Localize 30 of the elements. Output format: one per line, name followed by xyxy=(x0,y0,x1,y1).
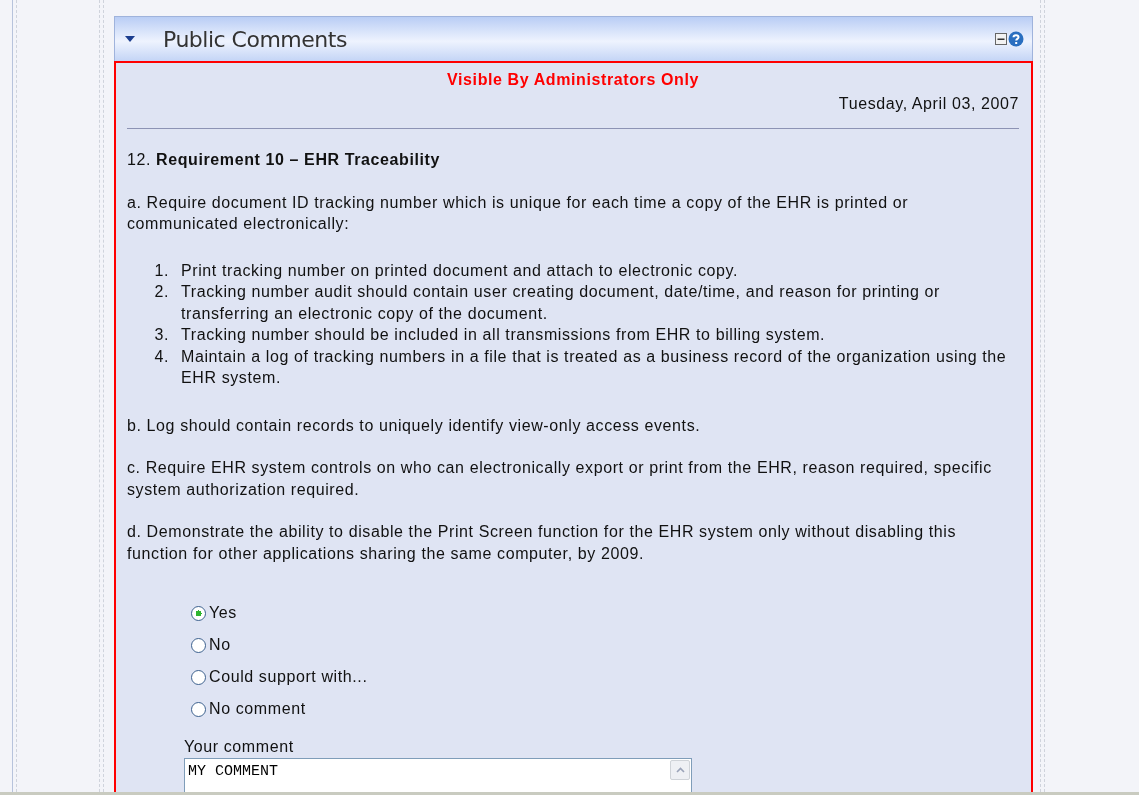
list-number: 1. xyxy=(153,260,170,281)
list-item-text: Tracking number should be included in all transmissions from EHR to billing system. xyxy=(181,325,826,345)
comment-field[interactable]: MY COMMENT xyxy=(184,757,692,792)
list-item-text: Print tracking number on printed document and attach to electronic copy. xyxy=(181,260,738,281)
list-item-text: Maintain a log of tracking numbers in a file that is treated as a business record of the organization using the EHR system. xyxy=(181,346,1008,388)
option-label: Yes xyxy=(209,603,237,624)
requirement-paragraph: d. Demonstrate the ability to disable the Print Screen function for the EHR system only without disabling this function for other applications sharing the same computer, by 2009. xyxy=(127,522,958,564)
list-number: 3. xyxy=(153,325,170,345)
list-number: 2. xyxy=(153,282,170,302)
list-item-text: Tracking number audit should contain user creating document, date/time, and reason for printing or transferring an electronic copy of the document. xyxy=(181,282,942,324)
caret-icon[interactable] xyxy=(125,35,135,43)
radio-button[interactable] xyxy=(191,669,206,685)
visibility-notice: Visible By Administrators Only xyxy=(446,70,700,90)
requirement-paragraph: a. Require document ID tracking number which is unique for each time a copy of the EHR is printed or communicated electronically: xyxy=(127,192,910,234)
option-label: No comment xyxy=(209,699,306,720)
option-label: No xyxy=(209,635,231,656)
list-number: 4. xyxy=(153,346,170,367)
chevron-up-icon xyxy=(675,766,685,773)
date-text: Tuesday, April 03, 2007 xyxy=(837,93,1019,114)
requirement-paragraph: c. Require EHR system controls on who can electronically export or print from the EHR, reason required, specific system authorization required. xyxy=(127,458,993,500)
comment-label: Your comment xyxy=(184,737,295,757)
question-heading: 12. Requirement 10 – EHR Traceability xyxy=(127,150,441,170)
radio-button[interactable] xyxy=(191,701,206,717)
collapse-icon[interactable] xyxy=(995,33,1007,45)
requirement-paragraph: b. Log should contain records to uniquely identify view-only access events. xyxy=(127,415,702,436)
radio-button[interactable] xyxy=(191,605,206,621)
help-icon[interactable] xyxy=(1008,31,1024,47)
panel-title: Public Comments xyxy=(163,26,348,52)
radio-button[interactable] xyxy=(191,637,206,653)
option-label: Could support with... xyxy=(209,667,368,688)
